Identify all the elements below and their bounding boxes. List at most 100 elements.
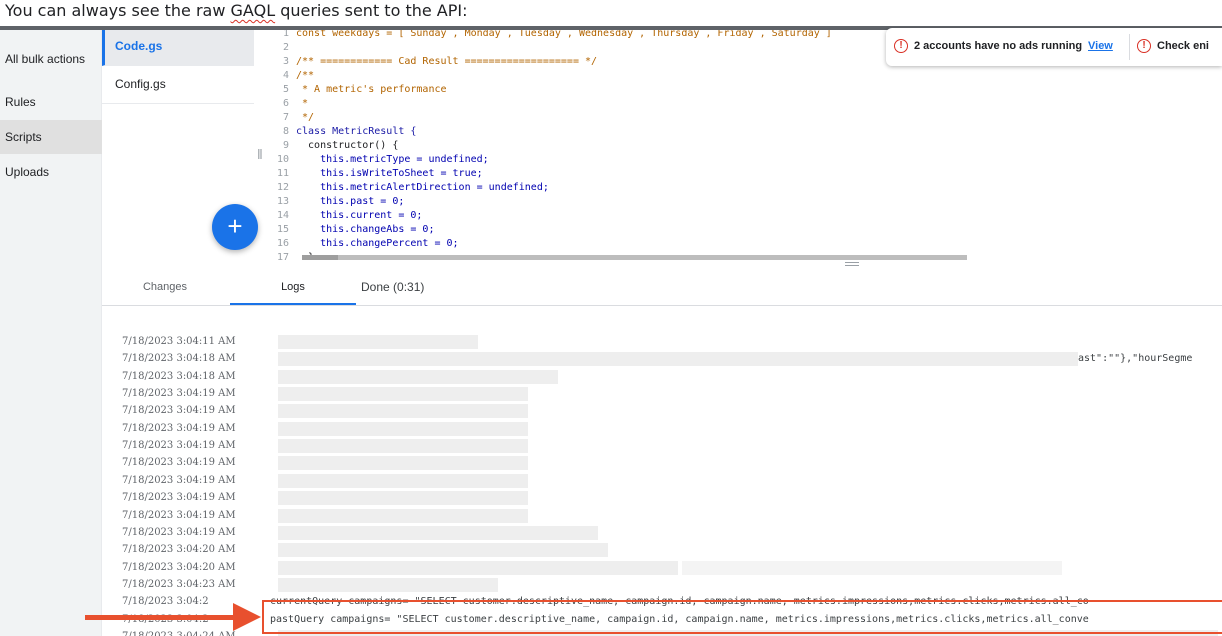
log-row: 7/18/2023 3:04:23 AM: [102, 576, 1222, 593]
line-number: 13: [276, 196, 289, 207]
code-text: constructor() {: [296, 140, 399, 151]
line-number: 12: [276, 182, 289, 193]
code-text: */: [296, 112, 315, 123]
line-number: 11: [276, 168, 289, 179]
code-line: 9 constructor() {: [266, 139, 398, 153]
log-row: 7/18/2023 3:04:19 AM: [102, 472, 1222, 489]
log-row: 7/18/2023 3:04:19 AM: [102, 437, 1222, 454]
redacted-text: [278, 508, 528, 523]
code-editor[interactable]: 1 const weekdays = [ Sunday , Monday , Tu…: [266, 30, 966, 260]
log-row: 7/18/2023 3:04:18 AM: [102, 368, 1222, 385]
code-line: 16 this.changePercent = 0;: [266, 237, 459, 251]
file-config-gs[interactable]: Config.gs: [102, 68, 254, 104]
line-number: 14: [276, 210, 289, 221]
log-timestamp: 7/18/2023 3:04:20 AM: [122, 561, 236, 573]
code-line: 15 this.changeAbs = 0;: [266, 223, 435, 237]
code-text: this.changePercent = 0;: [296, 238, 459, 249]
sidebar-item-uploads[interactable]: Uploads: [0, 155, 102, 189]
code-line: 8 class MetricResult {: [266, 125, 416, 139]
code-text: this.metricAlertDirection = undefined;: [296, 182, 549, 193]
log-row: 7/18/2023 3:04:19 AM: [102, 507, 1222, 524]
redacted-text: [278, 525, 598, 540]
log-timestamp: 7/18/2023 3:04:19 AM: [122, 457, 236, 469]
log-timestamp: 7/18/2023 3:04:19 AM: [122, 388, 236, 400]
log-timestamp: 7/18/2023 3:04:19 AM: [122, 474, 236, 486]
code-line: 11 this.isWriteToSheet = true;: [266, 167, 483, 181]
log-timestamp: 7/18/2023 3:04:19 AM: [122, 509, 236, 521]
gaql-term: GAQL: [230, 1, 276, 20]
log-timestamp: 7/18/2023 3:04:18 AM: [122, 353, 236, 365]
log-row: 7/18/2023 3:04:19 AM: [102, 454, 1222, 471]
log-row: 7/18/2023 3:04:19 AM: [102, 402, 1222, 419]
line-number: 5: [282, 84, 289, 95]
left-navigation: All bulk actions Rules Scripts Uploads: [0, 30, 102, 636]
log-timestamp: 7/18/2023 3:04:19 AM: [122, 492, 236, 504]
log-timestamp: 7/18/2023 3:04:20 AM: [122, 544, 236, 556]
file-code-gs[interactable]: Code.gs: [102, 30, 254, 66]
line-number: 6: [282, 98, 289, 109]
annotation-highlight-box: [262, 600, 1222, 634]
redacted-text: [278, 421, 528, 436]
log-timestamp: 7/18/2023 3:04:19 AM: [122, 440, 236, 452]
line-number: 3: [282, 56, 289, 67]
redacted-text: [278, 335, 478, 349]
log-panel: 7/18/2023 3:04:11 AM 7/18/2023 3:04:18 AM…: [102, 307, 1222, 636]
run-status: Done (0:31): [361, 280, 425, 294]
log-message-tail: ast":""},"hourSegme: [1078, 353, 1193, 365]
code-line: 3 /** ============ Cad Result ===========…: [266, 55, 597, 69]
log-row: 7/18/2023 3:04:19 AM: [102, 489, 1222, 506]
editor-scrollbar-thumb[interactable]: [302, 255, 338, 260]
alert-circle-icon: !: [894, 39, 908, 53]
line-number: 7: [282, 112, 289, 123]
code-text: this.metricType = undefined;: [296, 154, 489, 165]
sidebar-item-all-bulk-actions[interactable]: All bulk actions: [0, 42, 102, 76]
line-number: 10: [276, 154, 289, 165]
code-line: 10 this.metricType = undefined;: [266, 153, 489, 167]
code-text: this.isWriteToSheet = true;: [296, 168, 483, 179]
notification-message: 2 accounts have no ads running: [914, 40, 1083, 52]
sidebar-item-scripts[interactable]: Scripts: [0, 120, 102, 154]
log-timestamp: 7/18/2023 3:04:11 AM: [122, 336, 236, 347]
pane-splitter-handle[interactable]: ‖: [257, 146, 263, 162]
redacted-text: [278, 543, 608, 558]
notification-view-link[interactable]: View: [1088, 40, 1113, 52]
code-line: 1 const weekdays = [ Sunday , Monday , Tu…: [266, 30, 832, 41]
line-number: 15: [276, 224, 289, 235]
log-timestamp: 7/18/2023 3:04:19 AM: [122, 405, 236, 417]
redacted-text: [278, 369, 558, 384]
redacted-text: [278, 404, 528, 419]
log-row: 7/18/2023 3:04:20 AM: [102, 541, 1222, 558]
code-line: 12 this.metricAlertDirection = undefined…: [266, 181, 549, 195]
code-line: 7 */: [266, 111, 314, 125]
log-row: 7/18/2023 3:04:20 AM: [102, 559, 1222, 576]
code-line: 13 this.past = 0;: [266, 195, 404, 209]
log-row: 7/18/2023 3:04:19 AM: [102, 420, 1222, 437]
log-timestamp: 7/18/2023 3:04:23 AM: [122, 578, 236, 590]
log-timestamp: 7/18/2023 3:04:2: [122, 596, 209, 608]
code-text: * A metric's performance: [296, 84, 447, 95]
log-row: 7/18/2023 3:04:19 AM: [102, 385, 1222, 402]
tab-logs[interactable]: Logs: [230, 270, 356, 306]
editor-resize-handle[interactable]: [845, 262, 859, 266]
code-text: /**: [296, 70, 315, 81]
code-text: *: [296, 98, 309, 109]
output-tabs: Changes Logs Done (0:31): [102, 270, 1222, 306]
line-number: 8: [282, 126, 289, 137]
plus-icon: +: [227, 211, 243, 241]
code-text: /** ============ Cad Result ============…: [296, 56, 598, 67]
code-line: 5 * A metric's performance: [266, 83, 447, 97]
active-tab-indicator: [230, 303, 356, 305]
notification-second-message[interactable]: Check eni: [1157, 40, 1209, 52]
tab-changes[interactable]: Changes: [102, 270, 228, 306]
editor-horizontal-scrollbar[interactable]: [302, 255, 967, 260]
screenshot: All bulk actions Rules Scripts Uploads Code…: [0, 26, 1222, 636]
line-number: 9: [282, 140, 289, 151]
code-line: 6 *: [266, 97, 308, 111]
add-file-button[interactable]: +: [212, 204, 258, 250]
notification-divider: [1129, 34, 1130, 60]
log-timestamp: 7/18/2023 3:04:18 AM: [122, 370, 236, 382]
log-row: 7/18/2023 3:04:18 AM ast":""},"hourSegme: [102, 350, 1222, 367]
redacted-text: [278, 387, 528, 402]
sidebar-item-rules[interactable]: Rules: [0, 85, 102, 119]
code-line: 4 /**: [266, 69, 314, 83]
